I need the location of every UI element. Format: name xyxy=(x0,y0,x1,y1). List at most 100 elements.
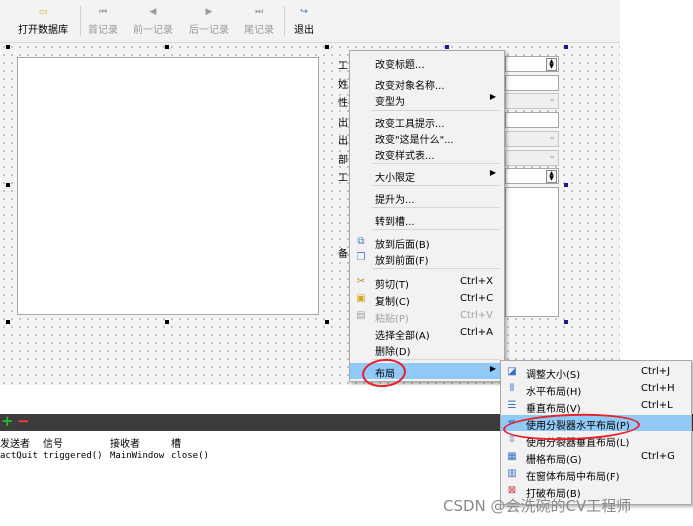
menu-item-label: 栅格布局(G) xyxy=(526,455,582,466)
menu-item-morph-into[interactable]: 变型为 ▶ xyxy=(350,91,504,108)
remove-connection-button[interactable]: − xyxy=(17,413,30,430)
form-layout-icon: ▥ xyxy=(507,468,517,479)
menu-separator xyxy=(372,207,500,208)
selection-handle[interactable] xyxy=(325,45,329,49)
chevron-down-icon: ⌄ xyxy=(548,94,556,104)
menu-item-label: 选择全部(A) xyxy=(375,331,430,342)
selection-handle[interactable] xyxy=(564,45,568,49)
menu-item-shortcut: Ctrl+X xyxy=(460,276,494,287)
selection-handle[interactable] xyxy=(6,183,10,187)
column-header-receiver[interactable]: 接收者 xyxy=(110,435,140,450)
selection-handle[interactable] xyxy=(165,45,169,49)
memo-textedit[interactable] xyxy=(505,187,559,317)
menu-item-shortcut: Ctrl+C xyxy=(460,293,494,304)
menu-item-label: 放到前面(F) xyxy=(375,256,429,267)
menu-item-send-to-back[interactable]: ⧉ 放到后面(B) xyxy=(350,234,504,251)
selection-handle[interactable] xyxy=(6,320,10,324)
menu-item-cut[interactable]: ✂ 剪切(T) Ctrl+X xyxy=(350,274,504,291)
menu-item-copy[interactable]: ▣ 复制(C) Ctrl+C xyxy=(350,291,504,308)
form-label: 出 xyxy=(338,136,348,147)
record-list-widget[interactable] xyxy=(17,57,319,315)
menu-item-shortcut: Ctrl+J xyxy=(641,366,671,377)
cell-signal[interactable]: triggered() xyxy=(43,451,103,461)
menu-item-shortcut: Ctrl+L xyxy=(641,400,673,411)
menu-item-change-object-name[interactable]: 改变对象名称... xyxy=(350,75,504,92)
birthdate-field[interactable] xyxy=(505,112,559,128)
next-record-label: 后一记录 xyxy=(189,25,229,36)
menu-item-change-tooltip[interactable]: 改变工具提示... xyxy=(350,113,504,130)
menu-separator xyxy=(372,268,500,269)
submenu-arrow-icon: ▶ xyxy=(489,92,496,101)
selection-handle[interactable] xyxy=(564,183,568,187)
spin-arrows-icon[interactable]: ▲ ▼ xyxy=(546,58,557,71)
menu-separator xyxy=(372,110,500,111)
column-header-slot[interactable]: 槽 xyxy=(171,435,181,450)
gender-combobox[interactable]: ⌄ xyxy=(505,93,559,109)
menu-item-shortcut: Ctrl+G xyxy=(641,451,675,462)
department-combobox[interactable]: ⌄ xyxy=(505,150,559,166)
menu-item-shortcut: Ctrl+V xyxy=(460,310,494,321)
birthplace-combobox[interactable]: ⌄ xyxy=(505,131,559,147)
spin-arrows-icon[interactable]: ▲ ▼ xyxy=(546,170,557,183)
menu-item-size-constraints[interactable]: 大小限定 ▶ xyxy=(350,167,504,184)
horizontal-layout-icon: ⫴ xyxy=(509,383,515,394)
selection-handle[interactable] xyxy=(564,320,568,324)
selection-handle[interactable] xyxy=(6,45,10,49)
submenu-item-vertical-layout[interactable]: ☰ 垂直布局(V) Ctrl+L xyxy=(501,398,691,415)
exit-button[interactable]: ↪ 退出 xyxy=(290,0,318,42)
menu-item-change-whats-this[interactable]: 改变"这是什么"... xyxy=(350,129,504,146)
menu-item-promote-to[interactable]: 提升为... xyxy=(350,189,504,206)
employee-id-spinbox[interactable]: ▲ ▼ xyxy=(505,56,559,72)
last-record-label: 尾记录 xyxy=(244,25,274,36)
menu-item-label: 改变"这是什么"... xyxy=(375,135,454,146)
first-record-button[interactable]: ⏮ 首记录 xyxy=(84,0,122,42)
submenu-item-form-layout[interactable]: ▥ 在窗体布局中布局(F) xyxy=(501,466,691,483)
form-label: 出 xyxy=(338,118,348,129)
menu-item-delete[interactable]: 删除(D) xyxy=(350,341,504,358)
menu-item-label: 放到后面(B) xyxy=(375,240,430,251)
form-label: 性 xyxy=(338,98,348,109)
open-database-button[interactable]: ▭ 打开数据库 xyxy=(12,0,74,42)
menu-item-shortcut: Ctrl+H xyxy=(641,383,675,394)
menu-item-change-stylesheet[interactable]: 改变样式表... xyxy=(350,145,504,162)
name-field[interactable] xyxy=(505,75,559,91)
add-connection-button[interactable]: + xyxy=(1,413,14,430)
column-header-sender[interactable]: 发送者 xyxy=(0,435,30,450)
cell-slot[interactable]: close() xyxy=(171,451,209,461)
form-label: 工 xyxy=(338,61,348,72)
menu-item-label: 调整大小(S) xyxy=(526,370,581,381)
submenu-item-horizontal-layout[interactable]: ⫴ 水平布局(H) Ctrl+H xyxy=(501,381,691,398)
selection-handle[interactable] xyxy=(445,45,449,49)
send-back-icon: ⧉ xyxy=(357,236,365,247)
chevron-down-icon: ⌄ xyxy=(548,151,556,161)
cell-receiver[interactable]: MainWindow xyxy=(110,451,164,461)
menu-item-go-to-slot[interactable]: 转到槽... xyxy=(350,211,504,228)
toolbar-separator xyxy=(284,6,285,36)
selection-handle[interactable] xyxy=(165,320,169,324)
menu-item-select-all[interactable]: 选择全部(A) Ctrl+A xyxy=(350,325,504,342)
toolbar-separator xyxy=(80,6,81,36)
salary-spinbox[interactable]: ▲ ▼ xyxy=(505,168,559,184)
menu-item-label: 剪切(T) xyxy=(375,280,409,291)
submenu-item-grid-layout[interactable]: ▦ 栅格布局(G) Ctrl+G xyxy=(501,449,691,466)
prev-record-button[interactable]: ◀ 前一记录 xyxy=(128,0,178,42)
context-menu: 改变标题... 改变对象名称... 变型为 ▶ 改变工具提示... 改变"这是什么… xyxy=(349,50,505,382)
form-label: 工 xyxy=(338,173,348,184)
menu-item-change-title[interactable]: 改变标题... xyxy=(350,54,504,71)
paste-icon: ▤ xyxy=(356,310,366,321)
menu-item-paste[interactable]: ▤ 粘贴(P) Ctrl+V xyxy=(350,308,504,325)
menu-item-shortcut: Ctrl+A xyxy=(460,327,494,338)
prev-record-label: 前一记录 xyxy=(133,25,173,36)
column-header-signal[interactable]: 信号 xyxy=(43,435,63,450)
menu-item-label: 改变标题... xyxy=(375,60,425,71)
next-record-button[interactable]: ▶ 后一记录 xyxy=(184,0,234,42)
cell-sender[interactable]: actQuit xyxy=(0,451,38,461)
menu-item-label: 大小限定 xyxy=(375,173,415,184)
exit-label: 退出 xyxy=(294,25,314,36)
grid-layout-icon: ▦ xyxy=(507,451,517,462)
folder-icon: ▭ xyxy=(38,7,48,17)
selection-handle[interactable] xyxy=(325,320,329,324)
menu-item-bring-to-front[interactable]: ❐ 放到前面(F) xyxy=(350,250,504,267)
submenu-item-adjust-size[interactable]: ◪ 调整大小(S) Ctrl+J xyxy=(501,364,691,381)
last-record-button[interactable]: ⏭ 尾记录 xyxy=(240,0,278,42)
